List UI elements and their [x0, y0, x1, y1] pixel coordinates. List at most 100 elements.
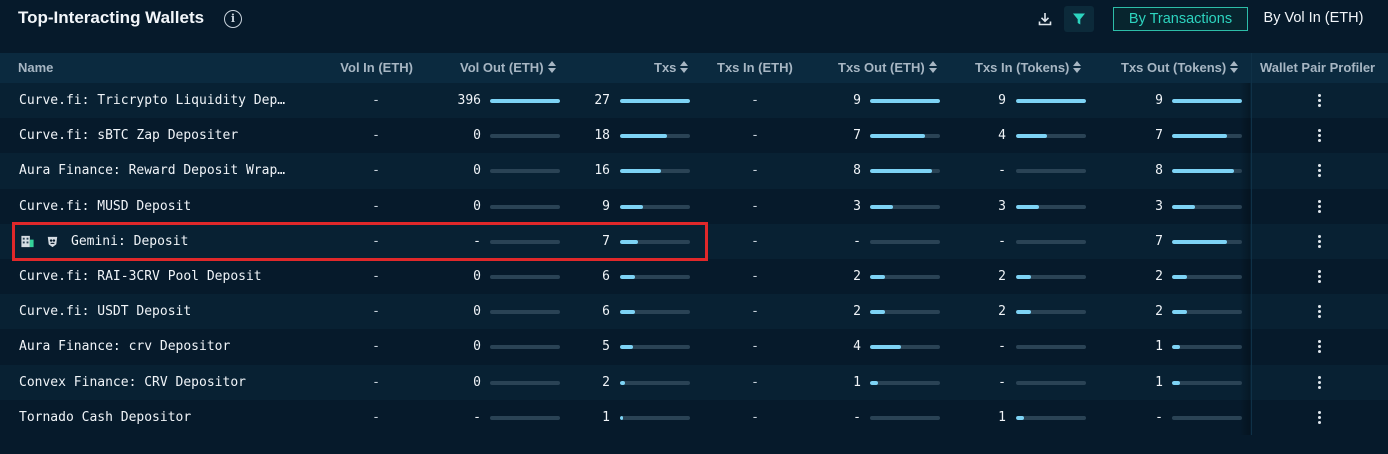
txs-out-eth-bar-fill	[870, 274, 886, 279]
txs-out-eth-bar-fill	[870, 380, 878, 385]
txs-in-tokens-bar-fill	[1016, 274, 1032, 279]
txs-bar	[620, 134, 690, 139]
vol-out-value: 396	[457, 93, 481, 108]
vol-in-value: -	[372, 374, 380, 390]
kebab-menu-icon[interactable]	[1314, 118, 1324, 153]
kebab-menu-icon[interactable]	[1314, 400, 1324, 435]
wallets-table: Name Vol In (ETH) Vol Out (ETH) Txs Txs …	[0, 53, 1388, 435]
table-row[interactable]: Curve.fi: sBTC Zap Depositer - - 0 18 7 4 7	[0, 118, 1388, 154]
wallet-name[interactable]: Curve.fi: USDT Deposit	[19, 294, 294, 329]
column-header-name[interactable]: Name	[18, 53, 53, 83]
txs-out-eth-value: 2	[853, 304, 861, 320]
txs-out-tokens-value: 1	[1155, 339, 1163, 355]
txs-out-eth-bar-fill	[870, 169, 933, 174]
column-header-vol-out[interactable]: Vol Out (ETH)	[460, 53, 556, 83]
wallet-name[interactable]: Aura Finance: crv Depositor	[19, 329, 294, 364]
txs-in-tokens-value: 4	[998, 128, 1006, 144]
txs-in-tokens-bar	[1016, 415, 1086, 420]
txs-bar-fill	[620, 134, 667, 139]
txs-out-tokens-value: 2	[1155, 268, 1163, 284]
table-row[interactable]: Curve.fi: USDT Deposit - - 0 6 2 2 2	[0, 294, 1388, 330]
txs-in-tokens-value: 3	[998, 198, 1006, 214]
wallet-name[interactable]: Curve.fi: Tricrypto Liquidity Dep…	[19, 83, 294, 118]
filter-button[interactable]	[1064, 6, 1094, 32]
txs-out-tokens-bar	[1172, 99, 1242, 103]
kebab-menu-icon[interactable]	[1314, 294, 1324, 329]
txs-in-tokens-value: -	[998, 163, 1006, 179]
txs-value: 5	[602, 339, 610, 355]
txs-out-eth-bar	[870, 239, 940, 244]
vol-in-value: -	[372, 268, 380, 284]
column-header-label: Vol Out (ETH)	[460, 60, 544, 75]
column-header-txs[interactable]: Txs	[654, 53, 689, 83]
txs-in-eth-value: -	[751, 268, 759, 284]
txs-in-tokens-bar	[1016, 239, 1086, 244]
table-row[interactable]: Tornado Cash Depositor - - - 1 - 1 -	[0, 399, 1388, 435]
txs-out-tokens-bar	[1172, 345, 1242, 350]
txs-out-tokens-value: 7	[1155, 128, 1163, 144]
txs-out-eth-bar-fill	[870, 204, 894, 209]
txs-out-tokens-bar-fill	[1172, 274, 1188, 279]
kebab-menu-icon[interactable]	[1314, 365, 1324, 400]
download-button[interactable]	[1030, 6, 1060, 32]
wallet-name[interactable]: Tornado Cash Depositor	[19, 400, 294, 435]
txs-out-eth-bar-fill	[870, 310, 886, 315]
vol-out-value: 0	[473, 374, 481, 390]
txs-in-tokens-bar	[1016, 204, 1086, 209]
wallet-name[interactable]: Curve.fi: RAI-3CRV Pool Deposit	[19, 259, 294, 294]
txs-in-tokens-bar-fill	[1016, 99, 1086, 103]
txs-in-tokens-bar	[1016, 134, 1086, 139]
txs-in-tokens-value: -	[998, 374, 1006, 390]
table-row[interactable]: Aura Finance: crv Depositor - - 0 5 4 - 1	[0, 329, 1388, 365]
txs-in-eth-value: -	[751, 233, 759, 249]
wallet-name[interactable]: Convex Finance: CRV Depositor	[19, 365, 294, 400]
kebab-menu-icon[interactable]	[1314, 153, 1324, 188]
table-row[interactable]: Aura Finance: Reward Deposit Wrap… - - 0 16 8…	[0, 153, 1388, 189]
table-row[interactable]: Gemini: Deposit - - - 7 - - 7	[0, 223, 1388, 259]
txs-in-tokens-bar	[1016, 169, 1086, 174]
kebab-menu-icon[interactable]	[1314, 189, 1324, 224]
kebab-menu-icon[interactable]	[1314, 329, 1324, 364]
column-header-txs-in-tokens[interactable]: Txs In (Tokens)	[975, 53, 1082, 83]
download-icon	[1038, 13, 1052, 26]
vol-out-bar	[490, 204, 560, 209]
wallet-name[interactable]: Aura Finance: Reward Deposit Wrap…	[19, 153, 294, 188]
info-icon[interactable]: i	[224, 10, 242, 28]
toggle-by-vol-in[interactable]: By Vol In (ETH)	[1249, 7, 1378, 31]
column-header-txs-in-eth[interactable]: Txs In (ETH)	[717, 53, 793, 83]
kebab-menu-icon[interactable]	[1314, 224, 1324, 259]
txs-out-tokens-value: 2	[1155, 304, 1163, 320]
table-row[interactable]: Curve.fi: RAI-3CRV Pool Deposit - - 0 6 2 2 2	[0, 258, 1388, 295]
column-header-txs-out-eth[interactable]: Txs Out (ETH)	[838, 53, 937, 83]
txs-bar-fill	[620, 310, 636, 315]
table-header: Name Vol In (ETH) Vol Out (ETH) Txs Txs …	[0, 53, 1388, 83]
txs-in-tokens-bar-fill	[1016, 204, 1040, 209]
wallet-name[interactable]: Curve.fi: sBTC Zap Depositer	[19, 118, 294, 153]
wallet-name[interactable]: Gemini: Deposit	[71, 224, 346, 259]
kebab-menu-icon[interactable]	[1314, 259, 1324, 294]
table-row[interactable]: Curve.fi: Tricrypto Liquidity Dep… - - 396 2…	[0, 83, 1388, 119]
txs-bar-fill	[620, 169, 662, 174]
table-row[interactable]: Curve.fi: MUSD Deposit - - 0 9 3 3 3	[0, 188, 1388, 224]
table-row[interactable]: Convex Finance: CRV Depositor - - 0 2 1 - 1	[0, 364, 1388, 400]
txs-bar	[620, 274, 690, 279]
panel-header: Top-Interacting Wallets i By Transaction…	[0, 0, 1388, 40]
txs-out-eth-bar	[870, 380, 940, 385]
vol-out-bar	[490, 274, 560, 279]
toggle-by-transactions[interactable]: By Transactions	[1113, 7, 1248, 31]
txs-out-tokens-bar-fill	[1172, 345, 1180, 350]
column-header-txs-out-tokens[interactable]: Txs Out (Tokens)	[1121, 53, 1239, 83]
kebab-menu-icon[interactable]	[1314, 83, 1324, 118]
txs-out-eth-value: 2	[853, 268, 861, 284]
txs-out-eth-bar	[870, 415, 940, 420]
sticky-column-divider	[1251, 53, 1252, 435]
txs-out-tokens-bar	[1172, 134, 1242, 139]
vol-out-value: 0	[473, 198, 481, 214]
txs-in-tokens-bar	[1016, 380, 1086, 385]
txs-in-tokens-bar	[1016, 310, 1086, 315]
txs-bar-fill	[620, 415, 623, 420]
column-header-vol-in[interactable]: Vol In (ETH)	[300, 53, 413, 83]
vol-in-value: -	[372, 198, 380, 214]
wallet-name[interactable]: Curve.fi: MUSD Deposit	[19, 189, 294, 224]
txs-out-tokens-bar-fill	[1172, 134, 1227, 139]
